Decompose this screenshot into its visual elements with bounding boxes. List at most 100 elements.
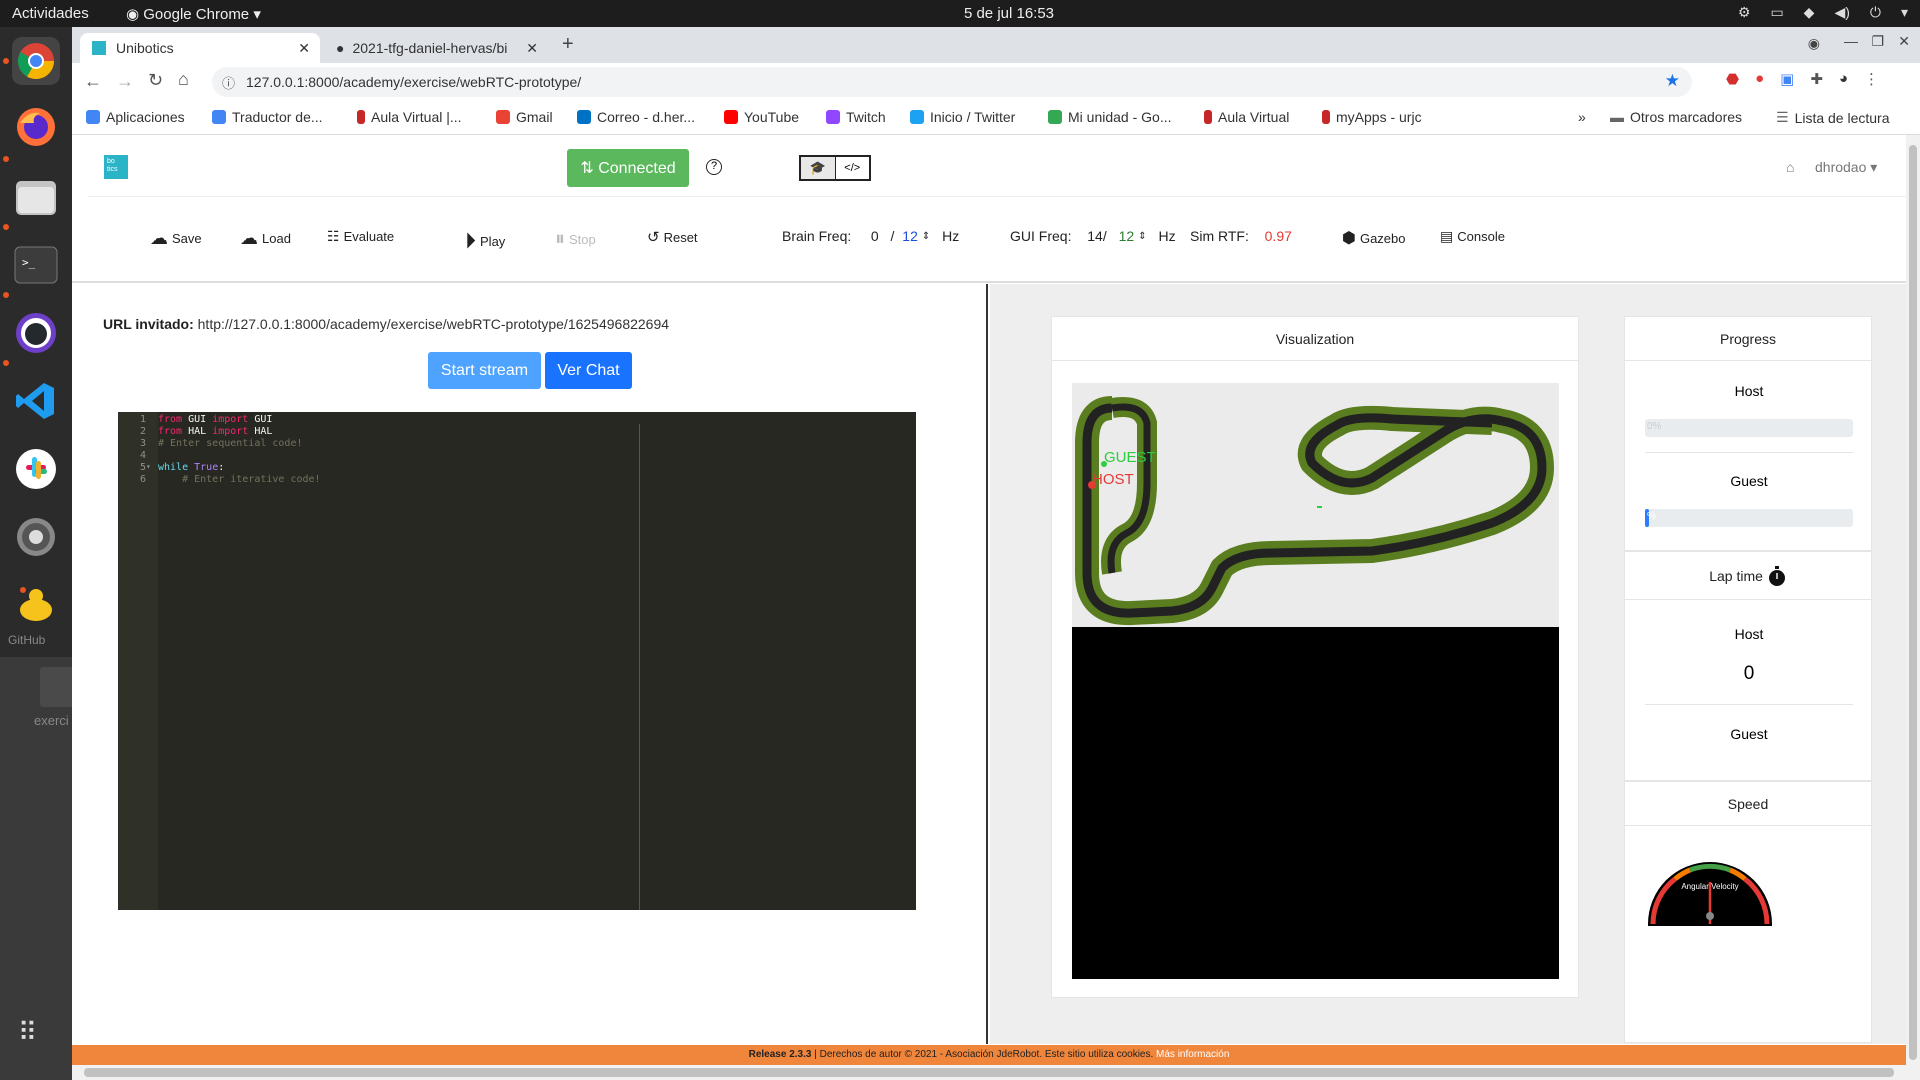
minimize-icon[interactable]: —	[1844, 33, 1858, 49]
settings-icon[interactable]	[12, 513, 60, 561]
tab-github[interactable]: ● 2021-tfg-daniel-hervas/bi ✕	[324, 33, 544, 63]
show-apps-icon[interactable]: ⠿	[18, 1019, 39, 1045]
network-tray-icon[interactable]: ⚙	[1738, 4, 1751, 21]
address-bar[interactable]: ⓘ 127.0.0.1:8000/academy/exercise/webRTC…	[212, 67, 1692, 97]
forward-icon[interactable]: →	[116, 71, 134, 92]
vertical-scrollbar[interactable]	[1906, 135, 1920, 1080]
stop-button[interactable]: ⏸ Stop	[555, 228, 596, 251]
gazebo-icon: ⬢	[1342, 230, 1356, 247]
info-icon[interactable]: ⓘ	[222, 73, 235, 92]
bookmark-item[interactable]: Traductor de...	[212, 109, 323, 125]
lap-time-header: Lap time	[1625, 552, 1871, 600]
extensions-puzzle-icon[interactable]: ✚	[1810, 70, 1823, 88]
scrollbar-thumb[interactable]	[84, 1068, 1894, 1077]
menu-chevron-icon[interactable]: ▾	[1901, 4, 1908, 21]
maximize-icon[interactable]: ❐	[1871, 33, 1884, 50]
tab-strip: Unibotics ✕ ● 2021-tfg-daniel-hervas/bi …	[72, 27, 1920, 63]
chrome-icon[interactable]	[12, 37, 60, 85]
desktop-folder-label[interactable]: exerci	[34, 713, 69, 728]
bookmark-item[interactable]: Twitch	[826, 109, 886, 125]
close-tab-icon[interactable]: ✕	[526, 40, 538, 57]
keyboard-icon[interactable]: ▭	[1770, 4, 1783, 21]
bookmarks-bar: Aplicaciones Traductor de... Aula Virtua…	[72, 101, 1920, 135]
divider	[1645, 704, 1853, 705]
progress-guest-bar: %	[1645, 509, 1853, 527]
bookmark-star-icon[interactable]: ★	[1665, 71, 1680, 91]
code-editor[interactable]: 1 from GUI import GUI 2 from HAL import HA…	[118, 412, 916, 910]
running-indicator	[3, 58, 9, 64]
vscode-icon[interactable]	[12, 377, 60, 425]
home-icon[interactable]: ⌂	[1786, 159, 1794, 175]
volume-icon[interactable]: ◀)	[1834, 4, 1849, 21]
stepper-icon[interactable]: ⇕	[922, 231, 930, 242]
slack-icon[interactable]	[12, 445, 60, 493]
play-button[interactable]: ⏵ Play	[465, 228, 505, 254]
reading-list[interactable]: ☰ Lista de lectura	[1776, 109, 1890, 126]
files-icon[interactable]	[12, 173, 60, 221]
home-icon[interactable]: ⌂	[178, 69, 189, 90]
ver-chat-button[interactable]: Ver Chat	[545, 352, 632, 389]
bookmark-item[interactable]: YouTube	[724, 109, 799, 125]
bookmark-item[interactable]: Aula Virtual |...	[357, 109, 462, 125]
reload-icon[interactable]: ↻	[148, 70, 163, 91]
graduation-cap-icon[interactable]: 🎓	[801, 157, 836, 179]
save-button[interactable]: ☁ Save	[150, 228, 202, 249]
clock[interactable]: 5 de jul 16:53	[954, 5, 1064, 22]
more-bookmarks-chevron[interactable]: »	[1578, 109, 1586, 125]
brain-freq-input[interactable]: 12	[902, 228, 918, 244]
guest-url-link[interactable]: http://127.0.0.1:8000/academy/exercise/w…	[198, 316, 669, 332]
start-stream-button[interactable]: Start stream	[428, 352, 541, 389]
bookmark-item[interactable]: Aplicaciones	[86, 109, 185, 125]
gazebo-button[interactable]: ⬢ Gazebo	[1342, 228, 1406, 248]
extension-red-icon[interactable]: ●	[1755, 70, 1764, 88]
console-button[interactable]: ▤ Console	[1440, 228, 1505, 245]
bookmark-item[interactable]: myApps - urjc	[1322, 109, 1422, 125]
speed-title: Speed	[1625, 782, 1871, 826]
more-info-link[interactable]: Más información	[1156, 1049, 1229, 1060]
running-indicator	[3, 292, 9, 298]
wifi-icon[interactable]: ◆	[1804, 4, 1815, 21]
new-tab-icon[interactable]: +	[562, 33, 574, 56]
close-tab-icon[interactable]: ✕	[298, 40, 310, 57]
chrome-menu-icon[interactable]: ⋮	[1864, 70, 1879, 88]
bookmark-item[interactable]: Mi unidad - Go...	[1048, 109, 1172, 125]
connected-button[interactable]: ⇅ Connected	[567, 149, 689, 187]
bookmark-item[interactable]: Correo - d.her...	[577, 109, 695, 125]
visualization-title: Visualization	[1052, 317, 1578, 361]
circuit-map: GUEST HOST	[1072, 383, 1559, 627]
system-tray[interactable]: ⚙ ▭ ◆ ◀) ⏻ ▾	[1738, 4, 1908, 21]
stepper-icon[interactable]: ⇕	[1138, 231, 1146, 242]
profile-avatar[interactable]: ◕	[1839, 70, 1848, 88]
back-icon[interactable]: ←	[84, 71, 102, 92]
folder-icon[interactable]	[40, 667, 72, 707]
firefox-icon[interactable]	[12, 103, 60, 151]
app-menu[interactable]: ◉ Google Chrome ▾	[126, 5, 261, 23]
load-button[interactable]: ☁ Load	[240, 228, 291, 249]
bookmark-item[interactable]: Inicio / Twitter	[910, 109, 1015, 125]
power-icon[interactable]: ⏻	[1870, 4, 1881, 21]
code-icon[interactable]: </>	[836, 157, 870, 179]
results-pane: Visualization GUEST HOST Progress Host 0…	[990, 284, 1906, 1044]
help-icon[interactable]: ?	[706, 159, 722, 175]
gauge-label: Angular Velocity	[1681, 882, 1739, 891]
translate-icon[interactable]: ▣	[1780, 70, 1794, 88]
github-desktop-icon[interactable]	[12, 309, 60, 357]
reset-button[interactable]: ↺ Reset	[647, 228, 698, 246]
user-menu[interactable]: dhrodao ▾	[1815, 159, 1877, 176]
unibotics-logo[interactable]: bo tics	[104, 155, 128, 179]
other-bookmarks[interactable]: ▬ Otros marcadores	[1610, 109, 1742, 125]
adblock-icon[interactable]: ⬣	[1726, 70, 1739, 88]
horizontal-scrollbar[interactable]	[72, 1065, 1906, 1080]
evaluate-button[interactable]: ☷ Evaluate	[327, 228, 394, 245]
tab-search-icon[interactable]: ◉	[1808, 35, 1820, 52]
scrollbar-thumb[interactable]	[1909, 145, 1917, 1060]
genie-icon[interactable]	[12, 579, 60, 627]
gui-freq-input[interactable]: 12	[1119, 228, 1135, 244]
drive-favicon	[1048, 110, 1062, 124]
tab-unibotics[interactable]: Unibotics ✕	[80, 33, 320, 63]
bookmark-item[interactable]: Gmail	[496, 109, 553, 125]
close-window-icon[interactable]: ✕	[1898, 33, 1910, 50]
terminal-icon[interactable]: >_	[12, 241, 60, 289]
bookmark-item[interactable]: Aula Virtual	[1204, 109, 1289, 125]
activities-button[interactable]: Actividades	[12, 5, 89, 22]
